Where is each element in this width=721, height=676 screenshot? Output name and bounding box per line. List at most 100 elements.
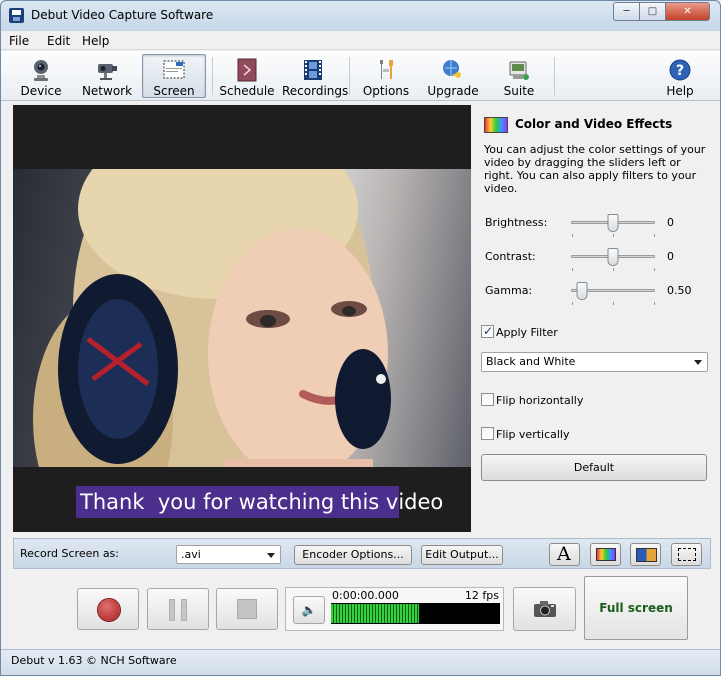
toolbar-network-button[interactable]: Network	[75, 54, 139, 98]
format-select-value: .avi	[181, 548, 201, 561]
flip-horizontal-checkbox[interactable]	[481, 393, 494, 406]
toolbar-separator	[349, 57, 350, 95]
gamma-slider-thumb[interactable]	[576, 282, 588, 300]
title-bar: Debut Video Capture Software ─ □ ✕	[1, 1, 720, 31]
gamma-value: 0.50	[667, 284, 692, 297]
stop-button[interactable]	[216, 588, 278, 630]
filter-select[interactable]: Black and White	[481, 352, 708, 372]
slider-tick	[654, 302, 655, 305]
toolbar-upgrade-label: Upgrade	[427, 84, 479, 98]
audio-level-meter	[331, 603, 500, 624]
effects-panel: Color and Video Effects You can adjust t…	[473, 105, 713, 532]
toolbar-schedule-button[interactable]: Schedule	[215, 54, 279, 98]
pause-icon	[181, 599, 187, 621]
toolbar-screen-button[interactable]: Screen	[142, 54, 206, 98]
app-icon	[9, 8, 24, 23]
menu-bar: File Edit Help	[1, 31, 720, 50]
tools-icon	[374, 58, 398, 82]
toolbar-help-button[interactable]: ? Help	[648, 54, 712, 98]
app-window: Debut Video Capture Software ─ □ ✕ File …	[0, 0, 721, 676]
toolbar-separator	[212, 57, 213, 95]
text-a-icon: A	[557, 543, 571, 565]
edit-output-button[interactable]: Edit Output...	[421, 545, 503, 565]
maximize-button[interactable]: □	[639, 2, 666, 21]
flip-horizontal-label[interactable]: Flip horizontally	[496, 394, 583, 407]
toolbar: Device Network Screen Schedule Recording…	[1, 51, 720, 101]
window-title: Debut Video Capture Software	[31, 8, 214, 22]
video-effects-button[interactable]	[630, 543, 661, 566]
film-strip-icon	[301, 58, 325, 82]
dashed-rectangle-icon	[678, 548, 696, 561]
toolbar-device-button[interactable]: Device	[9, 54, 73, 98]
select-region-button[interactable]	[671, 543, 702, 566]
menu-edit[interactable]: Edit	[47, 34, 70, 48]
color-effects-button[interactable]	[590, 543, 621, 566]
toolbar-upgrade-button[interactable]: Upgrade	[421, 54, 485, 98]
color-bars-icon	[596, 548, 616, 561]
text-overlay-button[interactable]: A	[549, 543, 580, 566]
toolbar-recordings-label: Recordings	[282, 84, 349, 98]
slider-tick	[572, 302, 573, 305]
effects-description: You can adjust the color settings of you…	[484, 143, 706, 195]
audio-level-fill	[331, 604, 419, 623]
close-button[interactable]: ✕	[665, 2, 710, 21]
brightness-label: Brightness:	[485, 216, 548, 229]
clapper-icon	[636, 548, 657, 562]
schedule-icon	[235, 58, 259, 82]
record-options-bar: Record Screen as: .avi Encoder Options..…	[13, 538, 711, 569]
brightness-slider-thumb[interactable]	[607, 214, 619, 232]
apply-filter-label[interactable]: Apply Filter	[496, 326, 558, 339]
svg-text:?: ?	[676, 63, 684, 79]
menu-help[interactable]: Help	[82, 34, 109, 48]
toolbar-separator	[554, 57, 555, 95]
gamma-slider[interactable]	[571, 282, 655, 305]
status-bar: Debut v 1.63 © NCH Software	[1, 649, 720, 675]
screen-icon	[162, 58, 186, 82]
slider-tick	[572, 234, 573, 237]
help-icon: ?	[668, 58, 692, 82]
volume-button[interactable]: 🔈	[293, 596, 325, 624]
record-button[interactable]	[77, 588, 139, 630]
slider-tick	[654, 268, 655, 271]
slider-tick	[613, 302, 614, 305]
preview-photo	[13, 169, 471, 467]
toolbar-options-button[interactable]: Options	[354, 54, 418, 98]
video-caption: Thank you for watching this video	[76, 486, 443, 518]
encoder-options-button[interactable]: Encoder Options...	[294, 545, 412, 565]
record-as-label: Record Screen as:	[20, 547, 119, 560]
apply-filter-checkbox[interactable]	[481, 324, 494, 338]
flip-vertical-label[interactable]: Flip vertically	[496, 428, 570, 441]
slider-tick	[613, 268, 614, 271]
toolbar-schedule-label: Schedule	[219, 84, 275, 98]
pause-button[interactable]	[147, 588, 209, 630]
filter-select-value: Black and White	[486, 355, 576, 368]
contrast-slider[interactable]	[571, 248, 655, 271]
pause-icon	[169, 599, 175, 621]
toolbar-network-label: Network	[81, 84, 133, 98]
brightness-slider[interactable]	[571, 214, 655, 237]
flip-vertical-checkbox[interactable]	[481, 427, 494, 440]
default-button[interactable]: Default	[481, 454, 707, 481]
contrast-label: Contrast:	[485, 250, 536, 263]
menu-file[interactable]: File	[9, 34, 29, 48]
frame-rate: 12 fps	[464, 589, 499, 602]
toolbar-suite-button[interactable]: Suite	[487, 54, 551, 98]
camera-icon	[533, 600, 557, 618]
slider-tick	[654, 234, 655, 237]
gamma-label: Gamma:	[485, 284, 533, 297]
contrast-slider-thumb[interactable]	[607, 248, 619, 266]
slider-tick	[572, 268, 573, 271]
speaker-icon: 🔈	[301, 603, 317, 617]
toolbar-recordings-button[interactable]: Recordings	[281, 54, 349, 98]
webcam-icon	[29, 58, 53, 82]
minimize-button[interactable]: ─	[613, 2, 640, 21]
format-select[interactable]: .avi	[176, 545, 281, 564]
chevron-down-icon	[694, 360, 702, 365]
slider-tick	[613, 234, 614, 237]
control-bar: 🔈 0:00:00.000 12 fps Full screen	[13, 570, 711, 648]
chevron-down-icon	[267, 553, 275, 558]
snapshot-button[interactable]	[513, 587, 576, 631]
effects-title: Color and Video Effects	[515, 117, 673, 131]
suite-icon	[507, 58, 531, 82]
fullscreen-button[interactable]: Full screen	[584, 576, 688, 640]
